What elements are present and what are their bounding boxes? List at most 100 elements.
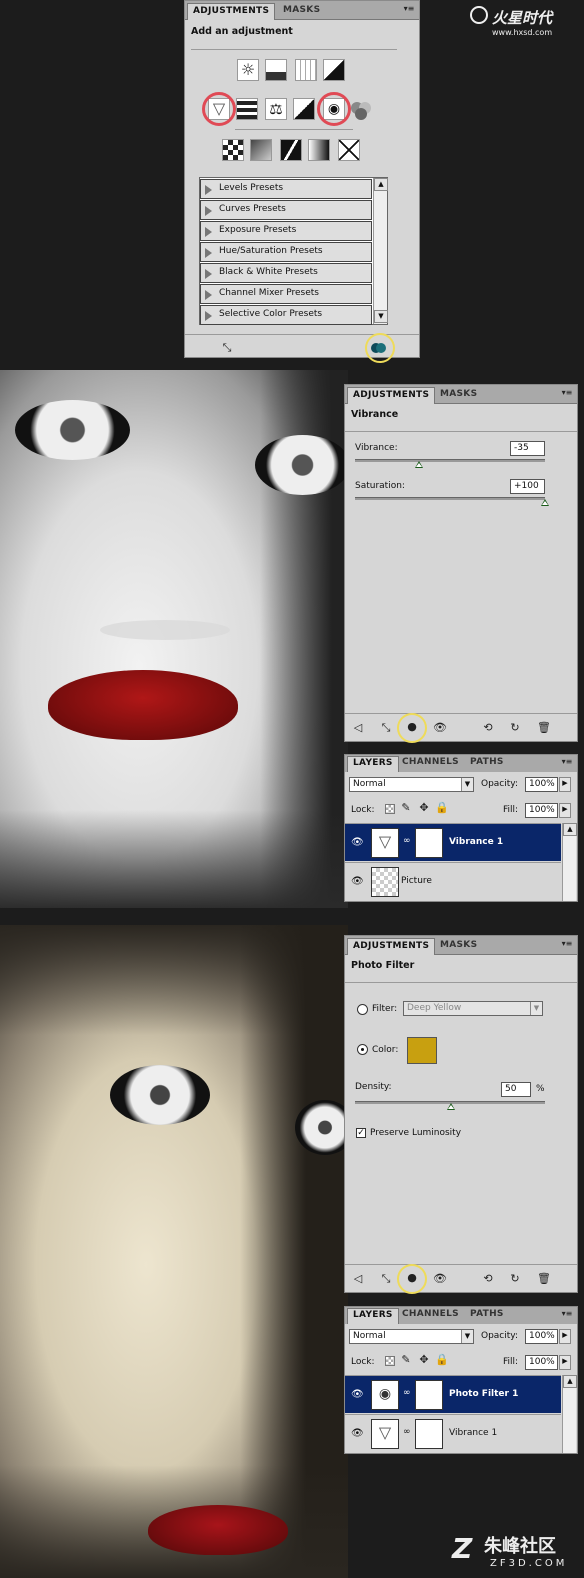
brightness-contrast-icon[interactable]: ☼: [237, 59, 259, 81]
panel-menu-icon[interactable]: ▾≡: [560, 1309, 574, 1321]
scrollbar[interactable]: ▲: [562, 1375, 577, 1453]
layer-mask-thumbnail[interactable]: [415, 1380, 443, 1410]
color-balance-icon[interactable]: ⚖: [265, 98, 287, 120]
tab-masks[interactable]: MASKS: [435, 938, 482, 955]
list-item[interactable]: Channel Mixer Presets: [200, 284, 372, 304]
blend-mode-select[interactable]: Normal ▼: [349, 1329, 474, 1344]
scroll-up-icon[interactable]: ▲: [563, 823, 577, 836]
density-field[interactable]: 50: [501, 1082, 531, 1097]
threshold-icon[interactable]: [280, 139, 302, 161]
lock-all-icon[interactable]: 🔒: [434, 1353, 450, 1366]
levels-icon[interactable]: [265, 59, 287, 81]
fill-arrow-icon[interactable]: ▶: [559, 1355, 571, 1370]
layer-row[interactable]: 👁 Picture: [345, 862, 561, 900]
list-item[interactable]: Black & White Presets: [200, 263, 372, 283]
opacity-arrow-icon[interactable]: ▶: [559, 1329, 571, 1344]
tab-channels[interactable]: CHANNELS: [397, 756, 464, 773]
black-white-icon[interactable]: [293, 98, 315, 120]
scroll-down-icon[interactable]: ▼: [374, 310, 388, 323]
layer-row[interactable]: 👁 ◉ ∞ Photo Filter 1: [345, 1375, 561, 1413]
layer-mask-thumbnail[interactable]: [415, 828, 443, 858]
visibility-eye-icon[interactable]: 👁: [351, 876, 364, 887]
panel-menu-icon[interactable]: ▾≡: [560, 388, 574, 400]
view-previous-icon[interactable]: ⟲: [480, 721, 496, 734]
selective-color-icon[interactable]: [338, 139, 360, 161]
list-item[interactable]: Curves Presets: [200, 200, 372, 220]
tab-paths[interactable]: PATHS: [465, 1308, 509, 1325]
fill-arrow-icon[interactable]: ▶: [559, 803, 571, 818]
layer-row[interactable]: 👁 ▽ ∞ Vibrance 1: [345, 1414, 561, 1452]
back-icon[interactable]: ◁: [350, 1272, 366, 1285]
opacity-field[interactable]: 100%: [525, 1329, 558, 1344]
visibility-eye-icon[interactable]: 👁: [432, 721, 448, 734]
exposure-icon[interactable]: [323, 59, 345, 81]
visibility-eye-icon[interactable]: 👁: [351, 837, 364, 848]
reset-icon[interactable]: ↻: [507, 1272, 523, 1285]
expand-view-icon[interactable]: ⤡: [219, 341, 235, 355]
view-previous-icon[interactable]: ⟲: [480, 1272, 496, 1285]
visibility-eye-icon[interactable]: 👁: [351, 1428, 364, 1439]
layer-mask-thumbnail[interactable]: [415, 1419, 443, 1449]
filter-radio[interactable]: [357, 1004, 368, 1015]
visibility-eye-icon[interactable]: 👁: [432, 1272, 448, 1285]
fill-field[interactable]: 100%: [525, 1355, 558, 1370]
list-item[interactable]: Selective Color Presets: [200, 305, 372, 325]
color-swatch[interactable]: [407, 1037, 437, 1064]
list-item[interactable]: Exposure Presets: [200, 221, 372, 241]
blend-mode-select[interactable]: Normal ▼: [349, 777, 474, 792]
back-icon[interactable]: ◁: [350, 721, 366, 734]
scrollbar[interactable]: ▲: [562, 823, 577, 901]
tab-layers[interactable]: LAYERS: [347, 756, 399, 772]
tab-masks[interactable]: MASKS: [435, 387, 482, 404]
trash-icon[interactable]: 🗑: [536, 721, 552, 734]
lock-transparent-icon[interactable]: [385, 804, 395, 814]
tab-paths[interactable]: PATHS: [465, 756, 509, 773]
lock-image-icon[interactable]: ✎: [398, 801, 414, 814]
layer-row[interactable]: 👁 ▽ ∞ Vibrance 1: [345, 823, 561, 861]
vibrance-slider[interactable]: [355, 459, 545, 462]
opacity-arrow-icon[interactable]: ▶: [559, 777, 571, 792]
density-slider-knob[interactable]: [447, 1103, 455, 1110]
list-item[interactable]: Hue/Saturation Presets: [200, 242, 372, 262]
expand-view-icon[interactable]: ⤡: [378, 721, 394, 735]
saturation-label: Saturation:: [355, 481, 405, 491]
tab-adjustments[interactable]: ADJUSTMENTS: [187, 3, 276, 20]
posterize-icon[interactable]: [250, 139, 272, 161]
lock-image-icon[interactable]: ✎: [398, 1353, 414, 1366]
list-item[interactable]: Levels Presets: [200, 179, 372, 199]
color-radio[interactable]: [357, 1044, 368, 1055]
saturation-slider-knob[interactable]: [541, 499, 549, 506]
scroll-up-icon[interactable]: ▲: [563, 1375, 577, 1388]
scrollbar[interactable]: ▲ ▼: [373, 178, 388, 324]
panel-menu-icon[interactable]: ▾≡: [560, 939, 574, 951]
invert-icon[interactable]: [222, 139, 244, 161]
panel-menu-icon[interactable]: ▾≡: [402, 4, 416, 16]
preserve-luminosity-checkbox[interactable]: ✓: [356, 1128, 366, 1138]
fill-field[interactable]: 100%: [525, 803, 558, 818]
tab-adjustments[interactable]: ADJUSTMENTS: [347, 938, 436, 955]
vibrance-slider-knob[interactable]: [415, 461, 423, 468]
filter-select[interactable]: Deep Yellow ▼: [403, 1001, 543, 1016]
tab-channels[interactable]: CHANNELS: [397, 1308, 464, 1325]
lock-transparent-icon[interactable]: [385, 1356, 395, 1366]
panel-menu-icon[interactable]: ▾≡: [560, 757, 574, 769]
tab-adjustments[interactable]: ADJUSTMENTS: [347, 387, 436, 404]
expand-view-icon[interactable]: ⤡: [378, 1272, 394, 1286]
saturation-field[interactable]: +100: [510, 479, 545, 494]
tab-masks[interactable]: MASKS: [278, 3, 325, 20]
channel-mixer-icon[interactable]: [351, 99, 373, 121]
tab-layers[interactable]: LAYERS: [347, 1308, 399, 1324]
lock-position-icon[interactable]: ✥: [416, 1353, 432, 1366]
scroll-up-icon[interactable]: ▲: [374, 178, 388, 191]
hue-saturation-icon[interactable]: [236, 98, 258, 120]
trash-icon[interactable]: 🗑: [536, 1272, 552, 1285]
vibrance-field[interactable]: -35: [510, 441, 545, 456]
saturation-slider[interactable]: [355, 497, 545, 500]
gradient-map-icon[interactable]: [308, 139, 330, 161]
lock-position-icon[interactable]: ✥: [416, 801, 432, 814]
visibility-eye-icon[interactable]: 👁: [351, 1389, 364, 1400]
curves-icon[interactable]: [295, 59, 317, 81]
reset-icon[interactable]: ↻: [507, 721, 523, 734]
lock-all-icon[interactable]: 🔒: [434, 801, 450, 814]
opacity-field[interactable]: 100%: [525, 777, 558, 792]
